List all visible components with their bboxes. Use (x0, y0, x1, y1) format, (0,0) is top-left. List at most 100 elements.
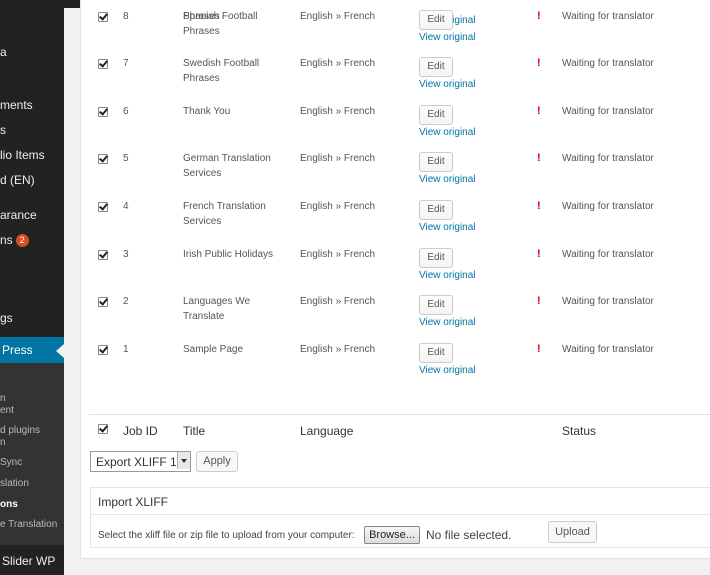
col-title[interactable]: Title (183, 424, 205, 438)
sidebar-subitem[interactable]: d plugins (0, 425, 64, 436)
sidebar-item-slider[interactable]: Slider WP (0, 545, 64, 575)
job-language: English » French (300, 105, 376, 117)
sidebar-item[interactable]: arance (0, 208, 64, 222)
alert-icon: ! (537, 57, 541, 70)
edit-button[interactable]: Edit (419, 104, 453, 125)
col-language[interactable]: Language (300, 424, 353, 438)
sidebar-item-label: s (0, 123, 6, 137)
job-title: Spanish Football Phrases (183, 10, 258, 37)
job-status: Waiting for translator (562, 248, 654, 260)
edit-button[interactable]: Edit (419, 9, 453, 30)
sidebar-active-label: Press (2, 343, 33, 357)
job-title: French Translation Services (183, 201, 266, 227)
sidebar-item[interactable]: ns 2 (0, 233, 64, 247)
active-menu-arrow (56, 344, 64, 358)
view-original-link[interactable]: View original (419, 317, 476, 328)
row-checkbox[interactable] (98, 59, 108, 70)
job-id: 5 (123, 153, 129, 165)
sidebar-bottom-label: Slider WP (2, 554, 56, 568)
no-file-label: No file selected. (426, 528, 512, 542)
view-original-link[interactable]: View original (419, 127, 476, 138)
sidebar-item-label: d (EN) (0, 173, 35, 187)
row-checkbox[interactable] (98, 344, 108, 355)
apply-button[interactable]: Apply (196, 451, 238, 472)
alert-icon: ! (537, 295, 541, 308)
alert-icon: ! (537, 200, 541, 212)
browse-button[interactable]: Browse... (364, 526, 420, 544)
sidebar-subitem[interactable]: slation (0, 478, 64, 489)
sidebar-item[interactable]: s (0, 123, 64, 137)
sidebar-submenu (0, 363, 64, 545)
edit-button[interactable]: Edit (419, 152, 453, 173)
job-status: Waiting for translator (562, 343, 654, 355)
col-status[interactable]: Status (562, 424, 596, 438)
row-checkbox[interactable] (98, 249, 108, 260)
chevron-down-icon[interactable] (177, 452, 190, 469)
edit-button[interactable]: Edit (419, 57, 453, 78)
view-original-link[interactable]: View original (419, 79, 476, 90)
import-xliff-box: Import XLIFF Select the xliff file or zi… (90, 487, 710, 548)
export-format-value: Export XLIFF 1.2 (96, 455, 187, 469)
edit-button[interactable]: Edit (419, 295, 453, 316)
job-title: Thank You (183, 105, 231, 117)
job-id: 1 (123, 343, 129, 355)
row-checkbox[interactable] (98, 202, 108, 212)
job-language: English » French (300, 153, 376, 165)
job-status: Waiting for translator (562, 10, 654, 22)
sidebar-item-label: ns (0, 233, 13, 247)
update-count-badge: 2 (15, 234, 29, 247)
job-language: English » French (300, 248, 376, 260)
table-row: 6 Thank You English » French Edit View origi… (89, 103, 710, 151)
row-checkbox[interactable] (98, 154, 108, 165)
alert-icon: ! (537, 152, 541, 165)
row-checkbox[interactable] (98, 11, 108, 22)
sidebar-subitem[interactable]: ent (0, 405, 64, 416)
alert-icon: ! (537, 247, 541, 260)
edit-button[interactable]: Edit (419, 200, 453, 220)
edit-button[interactable]: Edit (419, 247, 453, 268)
col-job-id[interactable]: Job ID (123, 424, 158, 438)
job-language: English » French (300, 296, 376, 308)
table-row: 2 Languages We Translate English » French E… (89, 293, 710, 341)
view-original-link[interactable]: View original (419, 270, 476, 281)
view-original-link[interactable]: View original (419, 222, 476, 233)
sidebar-item[interactable]: gs (0, 311, 64, 325)
select-all-checkbox[interactable] (98, 424, 108, 434)
job-status: Waiting for translator (562, 105, 654, 117)
job-status: Waiting for translator (562, 153, 654, 165)
job-id: 2 (123, 296, 129, 308)
alert-icon: ! (537, 9, 541, 22)
sidebar-subitem[interactable]: ons (0, 499, 64, 510)
sidebar-item[interactable]: a (0, 45, 64, 59)
sidebar-item-label: gs (0, 311, 13, 325)
sidebar-item-active[interactable]: Press (0, 337, 64, 363)
job-id: 7 (123, 58, 129, 70)
import-heading: Import XLIFF (91, 488, 710, 515)
sidebar-item-label: ments (0, 98, 33, 112)
sidebar-item[interactable]: ments (0, 98, 64, 112)
view-original-link[interactable]: View original (419, 32, 476, 43)
row-checkbox[interactable] (98, 106, 108, 117)
job-language: English » French (300, 343, 376, 355)
sidebar-subitem[interactable]: n (0, 393, 64, 404)
table-row: 1 Sample Page English » French Edit View ori… (89, 341, 710, 389)
translation-jobs-panel: PhrasesView original8Spanish Football Ph… (80, 0, 710, 559)
row-checkbox[interactable] (98, 297, 108, 308)
sidebar-item-label: lio Items (0, 148, 45, 162)
sidebar-item[interactable]: lio Items (0, 148, 64, 162)
job-title: Languages We Translate (183, 296, 251, 323)
sidebar-item-label: arance (0, 208, 37, 222)
sidebar-subitem[interactable]: e Translation (0, 519, 64, 530)
view-original-link[interactable]: View original (419, 365, 476, 376)
view-original-link[interactable]: View original (419, 174, 476, 185)
edit-button[interactable]: Edit (419, 342, 453, 363)
export-format-select[interactable]: Export XLIFF 1.2 (90, 451, 191, 472)
sidebar-subitem[interactable]: Sync (0, 457, 64, 468)
job-language: English » French (300, 201, 376, 212)
table-row: 8 Spanish Football Phrases English » Frenc… (89, 8, 710, 56)
upload-button[interactable]: Upload (548, 521, 597, 543)
sidebar-subitem[interactable]: n (0, 437, 64, 448)
job-title: Irish Public Holidays (183, 248, 274, 260)
sidebar-item[interactable]: d (EN) (0, 173, 64, 187)
sidebar-item-label: a (0, 45, 7, 59)
